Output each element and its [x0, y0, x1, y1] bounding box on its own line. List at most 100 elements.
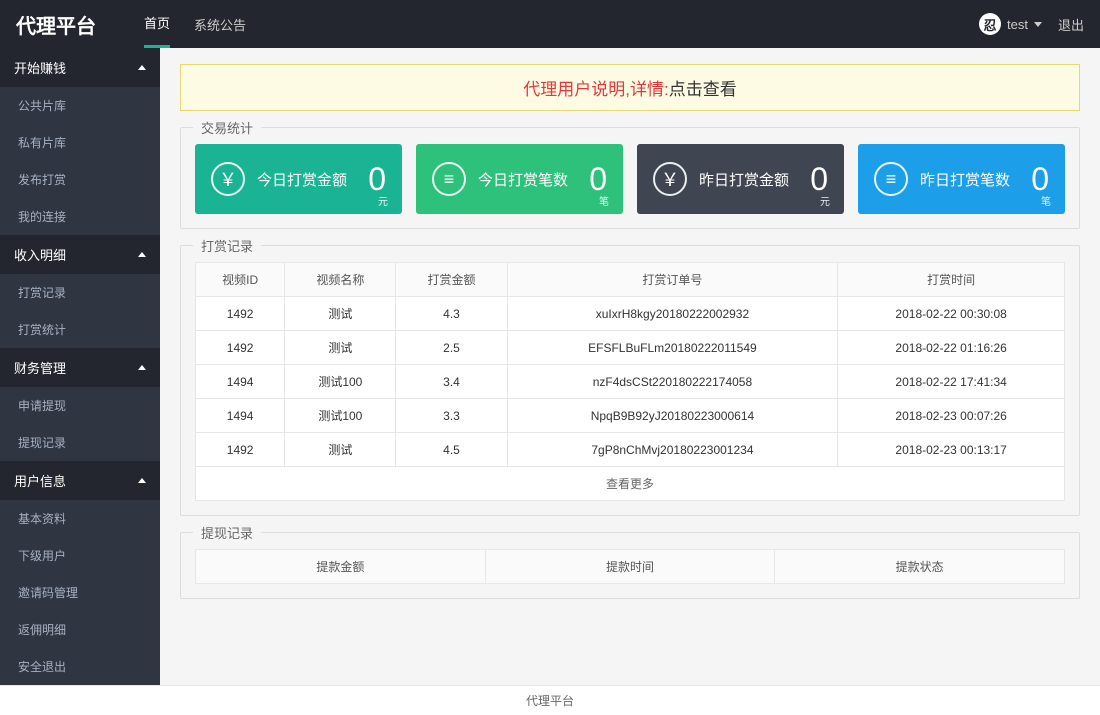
stat-label: 今日打赏金额	[257, 169, 347, 190]
records-section: 打赏记录 视频ID视频名称打赏金额打赏订单号打赏时间 1492测试4.3xuIx…	[180, 245, 1080, 516]
chevron-down-icon	[1034, 22, 1042, 27]
table-cell: 1492	[196, 433, 285, 467]
main-content: 代理用户说明,详情:点击查看 交易统计 ￥今日打赏金额0元≡今日打赏笔数0笔￥昨…	[160, 48, 1100, 685]
sidebar-item[interactable]: 返佣明细	[0, 611, 160, 648]
avatar-icon: 忍	[979, 13, 1001, 35]
table-row: 1494测试1003.4nzF4dsCSt2201802221740582018…	[196, 365, 1065, 399]
table-cell: 3.3	[396, 399, 507, 433]
sidebar-item[interactable]: 公共片库	[0, 87, 160, 124]
sidebar-group-header[interactable]: 财务管理	[0, 348, 160, 387]
table-cell: 2018-02-23 00:13:17	[838, 433, 1065, 467]
stat-label: 昨日打赏金额	[699, 169, 789, 190]
logo: 代理平台	[16, 10, 96, 39]
sidebar-item[interactable]: 发布打赏	[0, 161, 160, 198]
chevron-up-icon	[138, 478, 146, 483]
table-row: 1492测试2.5EFSFLBuFLm201802220115492018-02…	[196, 331, 1065, 365]
sidebar-group-header[interactable]: 用户信息	[0, 461, 160, 500]
nav-announce[interactable]: 系统公告	[194, 0, 246, 48]
table-cell: nzF4dsCSt220180222174058	[507, 365, 838, 399]
table-cell: 4.3	[396, 297, 507, 331]
table-cell: 测试100	[285, 365, 396, 399]
stat-icon: ￥	[653, 162, 687, 196]
sidebar-item[interactable]: 我的连接	[0, 198, 160, 235]
withdraw-legend: 提现记录	[193, 523, 261, 542]
stat-value: 0	[1031, 161, 1049, 198]
see-more-row[interactable]: 查看更多	[196, 467, 1065, 501]
stat-icon: ≡	[874, 162, 908, 196]
table-cell: 1492	[196, 331, 285, 365]
sidebar-group-header[interactable]: 收入明细	[0, 235, 160, 274]
sidebar-item[interactable]: 私有片库	[0, 124, 160, 161]
sidebar-group-header[interactable]: 开始赚钱	[0, 48, 160, 87]
chevron-up-icon	[138, 365, 146, 370]
notice-text: 代理用户说明,详情:	[523, 80, 668, 99]
table-cell: 1492	[196, 297, 285, 331]
table-header: 打赏金额	[396, 263, 507, 297]
table-cell: xuIxrH8kgy20180222002932	[507, 297, 838, 331]
user-menu[interactable]: 忍 test	[979, 13, 1042, 35]
table-header: 打赏时间	[838, 263, 1065, 297]
table-cell: 1494	[196, 399, 285, 433]
table-cell: 3.4	[396, 365, 507, 399]
table-cell: 测试100	[285, 399, 396, 433]
notice-link[interactable]: 点击查看	[669, 80, 737, 99]
table-cell: EFSFLBuFLm20180222011549	[507, 331, 838, 365]
stat-card: ≡ 昨日打赏笔数 0笔	[858, 144, 1065, 214]
table-cell: 2.5	[396, 331, 507, 365]
sidebar-item[interactable]: 申请提现	[0, 387, 160, 424]
footer: 代理平台	[0, 685, 1100, 715]
table-cell: 测试	[285, 297, 396, 331]
table-cell: 2018-02-23 00:07:26	[838, 399, 1065, 433]
stat-icon: ￥	[211, 162, 245, 196]
table-cell: 4.5	[396, 433, 507, 467]
stat-value: 0	[368, 161, 386, 198]
table-cell: 2018-02-22 00:30:08	[838, 297, 1065, 331]
chevron-up-icon	[138, 252, 146, 257]
sidebar-item[interactable]: 安全退出	[0, 648, 160, 685]
sidebar-item[interactable]: 下级用户	[0, 537, 160, 574]
stat-icon: ≡	[432, 162, 466, 196]
username: test	[1007, 17, 1028, 32]
table-header: 提款金额	[196, 550, 486, 584]
sidebar-item[interactable]: 提现记录	[0, 424, 160, 461]
withdraw-section: 提现记录 提款金额提款时间提款状态	[180, 532, 1080, 599]
stats-legend: 交易统计	[193, 118, 261, 137]
stat-card: ≡ 今日打赏笔数 0笔	[416, 144, 623, 214]
table-header: 视频ID	[196, 263, 285, 297]
sidebar-item[interactable]: 打赏记录	[0, 274, 160, 311]
top-nav: 首页 系统公告	[144, 0, 246, 48]
stat-value: 0	[589, 161, 607, 198]
stat-value: 0	[810, 161, 828, 198]
stat-unit: 笔	[599, 193, 609, 208]
stat-label: 昨日打赏笔数	[920, 169, 1010, 190]
table-header: 视频名称	[285, 263, 396, 297]
records-table: 视频ID视频名称打赏金额打赏订单号打赏时间 1492测试4.3xuIxrH8kg…	[195, 262, 1065, 501]
table-cell: 2018-02-22 17:41:34	[838, 365, 1065, 399]
nav-home[interactable]: 首页	[144, 0, 170, 48]
stat-unit: 元	[378, 193, 388, 208]
sidebar-item[interactable]: 打赏统计	[0, 311, 160, 348]
withdraw-table: 提款金额提款时间提款状态	[195, 549, 1065, 584]
table-cell: 7gP8nChMvj20180223001234	[507, 433, 838, 467]
table-cell: 2018-02-22 01:16:26	[838, 331, 1065, 365]
table-cell: 测试	[285, 433, 396, 467]
table-cell: 测试	[285, 331, 396, 365]
stat-label: 今日打赏笔数	[478, 169, 568, 190]
logout-link[interactable]: 退出	[1058, 15, 1084, 34]
table-cell: NpqB9B92yJ20180223000614	[507, 399, 838, 433]
sidebar: 开始赚钱公共片库私有片库发布打赏我的连接收入明细打赏记录打赏统计财务管理申请提现…	[0, 48, 160, 685]
table-header: 提款状态	[775, 550, 1065, 584]
stat-card: ￥昨日打赏金额0元	[637, 144, 844, 214]
stats-section: 交易统计 ￥今日打赏金额0元≡今日打赏笔数0笔￥昨日打赏金额0元≡昨日打赏笔数0…	[180, 127, 1080, 229]
sidebar-item[interactable]: 基本资料	[0, 500, 160, 537]
table-header: 提款时间	[485, 550, 775, 584]
table-header: 打赏订单号	[507, 263, 838, 297]
notice-banner[interactable]: 代理用户说明,详情:点击查看	[180, 64, 1080, 111]
chevron-up-icon	[138, 65, 146, 70]
stat-unit: 笔	[1041, 193, 1051, 208]
table-row: 1494测试1003.3NpqB9B92yJ201802230006142018…	[196, 399, 1065, 433]
stat-card: ￥ 今日打赏金额 0元	[195, 144, 402, 214]
table-row: 1492测试4.57gP8nChMvj201802230012342018-02…	[196, 433, 1065, 467]
sidebar-item[interactable]: 邀请码管理	[0, 574, 160, 611]
records-legend: 打赏记录	[193, 236, 261, 255]
